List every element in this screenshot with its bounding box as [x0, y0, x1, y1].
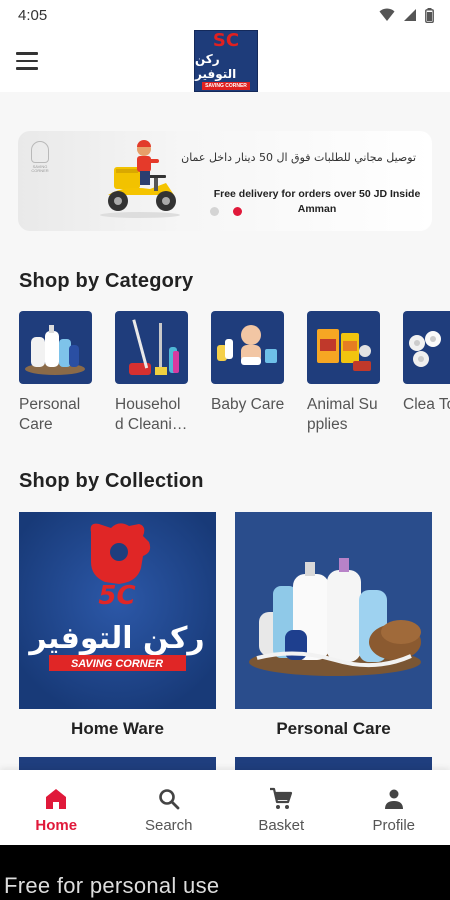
- nav-search[interactable]: Search: [113, 770, 226, 845]
- watermark-text: Free for personal use: [4, 873, 220, 898]
- search-icon: [158, 789, 180, 810]
- menu-icon-line: [16, 67, 38, 70]
- logo-english-text: SAVING CORNER: [202, 81, 250, 90]
- personal-care-products-image: [235, 512, 432, 709]
- emblem-icon: SAVING CORNER: [25, 141, 55, 181]
- signal-icon: [404, 9, 416, 21]
- category-thumbnail: [115, 311, 188, 384]
- category-item[interactable]: Clea Tow: [403, 311, 450, 415]
- category-thumbnail: [307, 311, 380, 384]
- delivery-scooter-icon: [100, 140, 180, 218]
- carousel-dots: [210, 207, 242, 216]
- category-carousel[interactable]: Personal Care Household Cleani… Baby Car…: [19, 311, 450, 441]
- nav-search-label: Search: [144, 817, 193, 834]
- promo-banner[interactable]: SAVING CORNER توصيل مجاني للطلبات فوق ال…: [18, 131, 432, 231]
- collection-card-home-ware[interactable]: 5C ركن التوفير SAVING CORNER: [19, 512, 216, 709]
- category-label: Household Cleani…: [115, 396, 188, 433]
- category-item[interactable]: Animal Supplies: [307, 311, 381, 435]
- status-icons: [379, 7, 434, 23]
- collection-label: Home Ware: [71, 719, 164, 738]
- menu-icon: [16, 52, 38, 55]
- wifi-icon: [379, 8, 395, 21]
- banner-arabic-text: توصيل مجاني للطلبات فوق ال 50 دينار داخل…: [181, 151, 416, 164]
- logo-mark: SC: [212, 30, 240, 52]
- nav-profile[interactable]: Profile: [338, 770, 450, 845]
- nav-home[interactable]: Home: [0, 770, 113, 845]
- collection-card[interactable]: [235, 757, 432, 770]
- category-item[interactable]: Baby Care: [211, 311, 285, 415]
- status-bar: 4:05: [0, 0, 450, 30]
- svg-text:ركن التوفير: ركن التوفير: [27, 621, 204, 656]
- category-label: Clea Tow: [403, 396, 450, 413]
- collection-label: Personal Care: [276, 719, 391, 738]
- collection-section-title: Shop by Collection: [19, 470, 204, 492]
- category-section-title: Shop by Category: [19, 270, 194, 292]
- nav-basket-label: Basket: [258, 817, 305, 834]
- home-icon: [46, 789, 67, 809]
- saving-corner-logo-image: 5C ركن التوفير SAVING CORNER: [19, 512, 216, 709]
- nav-profile-label: Profile: [372, 817, 416, 834]
- menu-icon-line: [16, 59, 38, 63]
- collection-card[interactable]: [19, 757, 216, 770]
- svg-text:SAVING CORNER: SAVING CORNER: [71, 658, 163, 670]
- category-thumbnail: [211, 311, 284, 384]
- category-label: Baby Care: [211, 396, 285, 413]
- category-label: Animal Supplies: [307, 396, 378, 433]
- carousel-dot-active[interactable]: [233, 207, 242, 216]
- home-content[interactable]: SAVING CORNER توصيل مجاني للطلبات فوق ال…: [0, 92, 450, 770]
- category-label: Personal Care: [19, 396, 81, 433]
- battery-icon: [425, 7, 434, 23]
- category-item[interactable]: Household Cleani…: [115, 311, 189, 435]
- category-thumbnail: [19, 311, 92, 384]
- logo-arabic-text: ركن التوفير: [195, 52, 237, 81]
- menu-button[interactable]: [16, 48, 46, 74]
- person-icon: [384, 789, 403, 809]
- app-bar: SC ركن التوفير SAVING CORNER: [0, 30, 450, 92]
- collection-card-personal-care[interactable]: [235, 512, 432, 709]
- nav-basket[interactable]: Basket: [225, 770, 338, 845]
- cart-icon: [270, 787, 293, 809]
- nav-home-label: Home: [35, 817, 78, 834]
- watermark-bar: Free for personal use: [0, 845, 450, 900]
- carousel-dot[interactable]: [210, 207, 219, 216]
- svg-text:5C: 5C: [98, 581, 135, 611]
- category-item[interactable]: Personal Care: [19, 311, 93, 435]
- category-thumbnail: [403, 311, 450, 384]
- bottom-navigation: Home Search Basket Profile: [0, 770, 450, 845]
- store-logo[interactable]: SC ركن التوفير SAVING CORNER: [194, 30, 258, 92]
- status-time: 4:05: [18, 6, 48, 24]
